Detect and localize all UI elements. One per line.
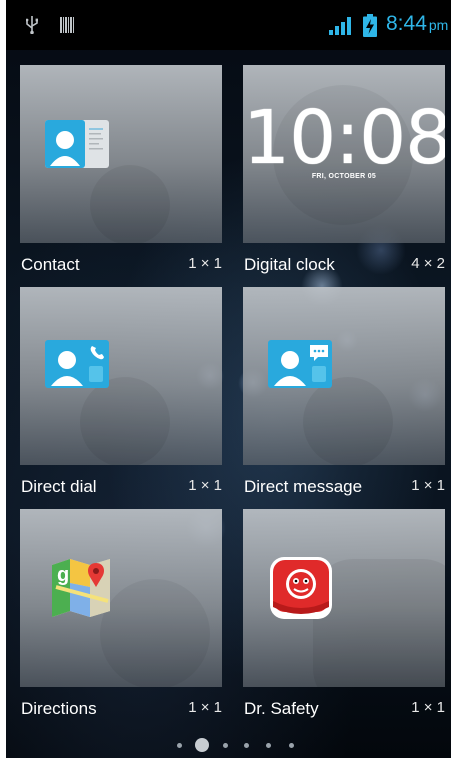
clock-preview-time: 10:08 bbox=[243, 95, 445, 182]
widget-name: Contact bbox=[21, 255, 80, 274]
widget-label-row: Contact 1 × 1 bbox=[20, 243, 242, 285]
status-clock: 8:44 pm bbox=[386, 12, 448, 36]
clock-time-text: 8:44 bbox=[386, 12, 427, 35]
widget-size: 1 × 1 bbox=[411, 477, 445, 494]
widget-preview: g bbox=[20, 509, 222, 687]
widget-label-row: Direct dial 1 × 1 bbox=[20, 465, 242, 507]
page-indicator[interactable] bbox=[6, 737, 451, 753]
widget-label-row: Direct message 1 × 1 bbox=[243, 465, 451, 507]
widget-name: Direct message bbox=[244, 477, 363, 496]
widget-preview bbox=[20, 287, 222, 465]
clock-ampm-text: pm bbox=[428, 17, 449, 33]
maps-directions-icon: g bbox=[50, 557, 112, 624]
widget-preview: 10:08 FRI, OCTOBER 05 bbox=[243, 65, 445, 243]
page-dot-active[interactable] bbox=[195, 738, 209, 752]
widget-size: 1 × 1 bbox=[188, 699, 222, 716]
widget-name: Direct dial bbox=[21, 477, 97, 496]
widget-name: Dr. Safety bbox=[244, 699, 319, 718]
barcode-icon bbox=[60, 17, 74, 38]
status-bar: 8:44 pm bbox=[6, 0, 451, 50]
page-dot[interactable] bbox=[244, 743, 249, 748]
ghost-shape bbox=[313, 559, 445, 687]
page-dot[interactable] bbox=[266, 743, 271, 748]
direct-dial-icon bbox=[45, 340, 109, 393]
widget-label-row: Dr. Safety 1 × 1 bbox=[243, 687, 451, 729]
dr-safety-icon bbox=[270, 557, 332, 624]
widget-name: Digital clock bbox=[244, 255, 335, 274]
clock-preview-date: FRI, OCTOBER 05 bbox=[311, 173, 377, 180]
widget-label-row: Directions 1 × 1 bbox=[20, 687, 242, 729]
ghost-shape bbox=[100, 579, 210, 687]
direct-message-icon bbox=[268, 340, 332, 393]
widget-size: 1 × 1 bbox=[188, 255, 222, 272]
svg-text:g: g bbox=[57, 564, 69, 586]
page-dot[interactable] bbox=[289, 743, 294, 748]
home-screen: 8:44 pm Contact 1 × 1 10:08 FRI, OCTOBER… bbox=[6, 0, 451, 758]
contact-card-icon bbox=[45, 120, 109, 173]
widget-preview bbox=[243, 509, 445, 687]
ghost-shape bbox=[90, 165, 170, 243]
usb-icon bbox=[25, 16, 39, 39]
widget-size: 1 × 1 bbox=[411, 699, 445, 716]
widget-name: Directions bbox=[21, 699, 97, 718]
widget-size: 1 × 1 bbox=[188, 477, 222, 494]
widget-size: 4 × 2 bbox=[411, 255, 445, 272]
widget-preview bbox=[20, 65, 222, 243]
widget-label-row: Digital clock 4 × 2 bbox=[243, 243, 451, 285]
widget-preview bbox=[243, 287, 445, 465]
signal-icon bbox=[329, 17, 355, 40]
page-dot[interactable] bbox=[223, 743, 228, 748]
battery-charging-icon bbox=[363, 14, 377, 42]
page-dot[interactable] bbox=[177, 743, 182, 748]
